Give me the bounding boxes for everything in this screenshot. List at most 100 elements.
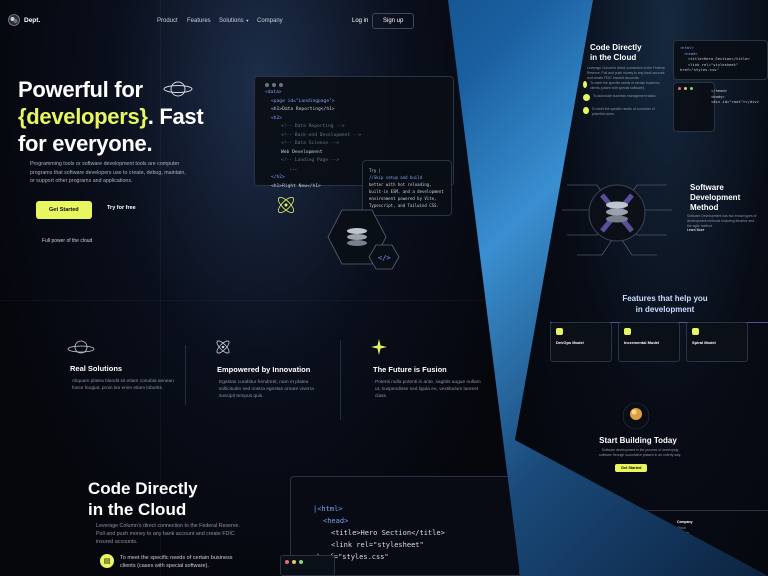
footer-link[interactable]: Press: [677, 537, 692, 543]
footer-link[interactable]: Member Stories: [632, 542, 656, 548]
features-title-line: in development: [635, 305, 695, 314]
footer-link[interactable]: Careers: [677, 531, 692, 537]
cta-get-started-button[interactable]: Get Started: [615, 464, 648, 472]
side-bullet: To automate business management tasks.: [583, 94, 663, 101]
side-features-title: Features that help you in development: [595, 293, 735, 315]
brand-logo[interactable]: Dept.: [8, 14, 40, 26]
minimize-dot-icon[interactable]: [292, 560, 296, 564]
code-note-text: To meet the specific needs of certain bu…: [120, 555, 233, 569]
side-code-lines-2: </head> <body> <div id="root"></div>: [711, 88, 759, 105]
code-line: <!-- Data Science -->: [281, 141, 340, 146]
terminal-line: better with hot reloading,: [369, 182, 432, 187]
footer-tagline: Dept's web developer tool: [521, 529, 560, 533]
nav-company[interactable]: Company: [257, 18, 283, 24]
orb-icon: [622, 402, 650, 430]
side-bullet-text: To automate business management tasks.: [593, 94, 657, 98]
terminal-line: //Skip setup and build: [369, 175, 422, 180]
hero-title-accent: {developers}: [18, 104, 148, 129]
feature-card[interactable]: DevOps Model: [550, 322, 612, 362]
code-line: <title>Hero Section</title>: [331, 529, 445, 537]
footer-link[interactable]: Status: [591, 542, 614, 548]
hero-title-line2: {developers}. Fast: [18, 103, 204, 130]
footer-link[interactable]: Discord: [632, 531, 656, 537]
code-title-line2: in the Cloud: [88, 500, 187, 519]
footer-column-title: Company: [677, 520, 693, 524]
method-title-line: Software: [690, 183, 724, 192]
method-title-line: Method: [690, 203, 719, 212]
feature-title: Real Solutions: [70, 364, 123, 373]
code-line: <data>: [265, 90, 282, 95]
check-icon: [583, 107, 589, 114]
check-icon: [583, 94, 590, 101]
feature-card-title: DevOps Model: [556, 340, 584, 345]
method-desc: Software Development has two broad types…: [687, 214, 757, 228]
cta-title: Start Building Today: [599, 436, 677, 445]
maximize-dot-icon[interactable]: [299, 560, 303, 564]
footer-link[interactable]: Changelog: [591, 537, 614, 543]
try-free-button[interactable]: Try for free: [107, 205, 136, 211]
code-line: <h1>Data Reporting</h1>: [271, 107, 335, 112]
footer-link[interactable]: Guides: [591, 531, 614, 537]
mini-window: [280, 555, 335, 576]
side-bullet-text: To meet the specific needs of certain bu…: [590, 81, 660, 90]
window-dot-icon: [279, 83, 283, 87]
login-button[interactable]: Log in: [352, 18, 368, 24]
code-line: <!-- Data Reporting -->: [281, 124, 345, 129]
close-dot-icon[interactable]: [285, 560, 289, 564]
planet-icon: [67, 340, 95, 354]
window-controls: [285, 560, 330, 564]
close-dot-icon[interactable]: [678, 87, 681, 90]
hexagon-cluster: </>: [327, 209, 400, 270]
footer-link[interactable]: Documentation: [591, 526, 614, 532]
window-dot-icon: [272, 83, 276, 87]
clipboard-icon: ▤: [100, 554, 114, 568]
nav-features[interactable]: Features: [187, 18, 211, 24]
feature-card[interactable]: Incremental Model: [618, 322, 680, 362]
footer-link[interactable]: GitHub: [632, 537, 656, 543]
code-line: <h2>: [271, 115, 283, 121]
devops-icon: [556, 328, 563, 335]
footer-link[interactable]: Forum: [632, 526, 656, 532]
circuit-illustration: [562, 184, 672, 256]
minimize-dot-icon[interactable]: [684, 87, 687, 90]
side-bullet: To meet the specific needs of certain bu…: [583, 81, 663, 91]
nav-product[interactable]: Product: [157, 18, 178, 24]
code-line: <link rel="stylesheet": [331, 541, 424, 549]
hero-subtitle: Programming tools or software developmen…: [30, 161, 186, 184]
divider-line: [340, 340, 341, 420]
side-bullet: To meet the specific needs of a number o…: [583, 107, 663, 117]
cta-desc: Software development is the process of d…: [599, 448, 681, 457]
maximize-dot-icon[interactable]: [690, 87, 693, 90]
feature-card[interactable]: Spiral Model: [686, 322, 748, 362]
planet-icon: [163, 81, 193, 97]
code-section-title: Code Directly in the Cloud: [88, 478, 198, 520]
footer-brand[interactable]: Dept.: [521, 520, 539, 525]
side-mini-window: [673, 82, 715, 132]
code-token: |<html>: [313, 505, 343, 513]
footer-column: Community Forum Discord GitHub Member St…: [632, 520, 656, 548]
check-icon: [583, 81, 588, 88]
grid-line: [0, 300, 520, 301]
logo-icon: [8, 14, 20, 26]
side-code-card: <html> <head> <title>Hero Section</title…: [673, 40, 768, 80]
code-line: Web Development: [281, 149, 323, 155]
atom-icon: [277, 196, 295, 214]
code-line: |<html>: [313, 503, 519, 515]
footer-column-title: Resources: [591, 520, 609, 524]
side-bullet-text: To meet the specific needs of a number o…: [591, 107, 655, 116]
chevron-down-icon: ▼: [245, 18, 250, 23]
logo-icon: [521, 520, 526, 525]
code-line: <page id="Landingpage">: [271, 98, 335, 104]
learn-more-link[interactable]: Learn More: [687, 228, 704, 233]
get-started-button[interactable]: Get Started: [36, 201, 92, 219]
feature-title: Empowered by Innovation: [217, 365, 311, 374]
nav-solutions[interactable]: Solutions ▼: [219, 18, 249, 24]
terminal-line: built-in ESM, and a development: [369, 189, 444, 194]
brand-name: Dept.: [24, 16, 41, 24]
window-controls: [265, 83, 443, 87]
window-dot-icon: [265, 83, 269, 87]
feature-title: The Future is Fusion: [373, 365, 447, 374]
code-line: <!-- Back-end Development -->: [281, 132, 362, 138]
footer-link[interactable]: Blog: [677, 542, 692, 548]
signup-button[interactable]: Sign up: [372, 13, 415, 29]
